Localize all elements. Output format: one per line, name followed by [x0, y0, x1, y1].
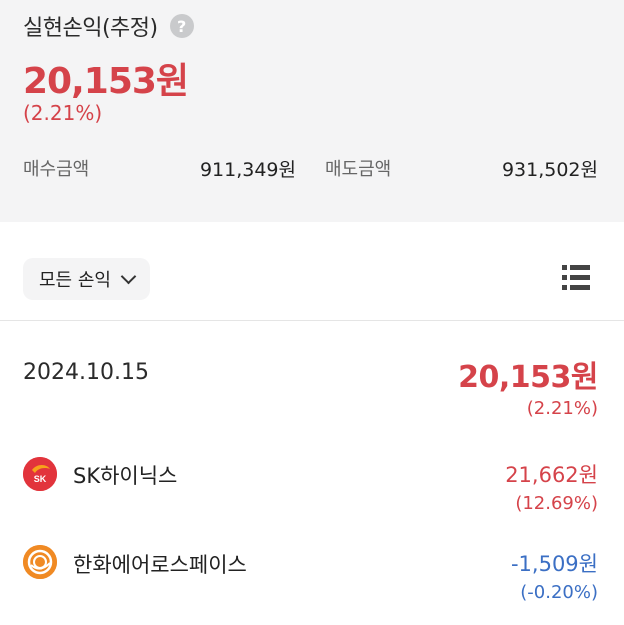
- pnl-filter-dropdown[interactable]: 모든 손익: [23, 258, 150, 300]
- total-profit-rate: (2.21%): [23, 101, 103, 125]
- help-icon[interactable]: ?: [169, 14, 194, 38]
- total-profit: 20,153원: [23, 61, 189, 102]
- sk-logo-icon: SK: [23, 457, 57, 491]
- chevron-down-icon: [120, 268, 137, 285]
- summary-title: 실현손익(추정): [23, 16, 158, 41]
- hanwha-logo-icon: [23, 545, 57, 579]
- stock-profit-rate: (12.69%): [515, 493, 598, 514]
- list-view-icon[interactable]: [562, 265, 590, 291]
- summary-title-row: 실현손익(추정) ?: [23, 10, 194, 42]
- stock-profit: -1,509원: [510, 552, 598, 576]
- day-profit-rate: (2.21%): [526, 398, 598, 419]
- stock-name: SK하이닉스: [73, 464, 178, 488]
- sell-amount-value: 931,502원: [501, 159, 598, 181]
- day-profit: 20,153원: [458, 360, 598, 395]
- realized-pnl-summary: 실현손익(추정) ? 20,153원 (2.21%) 매수금액 911,349원…: [0, 0, 624, 222]
- stock-name: 한화에어로스페이스: [73, 553, 247, 577]
- trade-date: 2024.10.15: [23, 360, 149, 385]
- buy-amount-label: 매수금액: [23, 159, 90, 180]
- stock-profit: 21,662원: [505, 463, 598, 487]
- pnl-filter-label: 모든 손익: [39, 270, 111, 291]
- section-divider: [0, 320, 624, 321]
- stock-profit-rate: (-0.20%): [520, 582, 598, 603]
- sell-amount-label: 매도금액: [325, 159, 392, 180]
- svg-text:SK: SK: [34, 474, 47, 484]
- buy-amount-value: 911,349원: [199, 159, 296, 181]
